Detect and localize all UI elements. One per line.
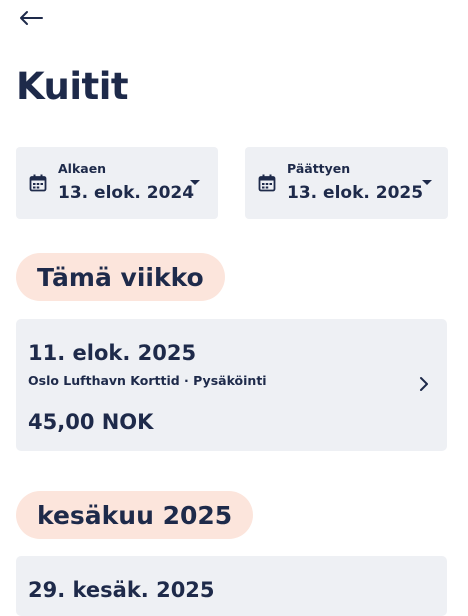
section-heading-this-week: Tämä viikko [16,253,225,301]
receipt-merchant: Oslo Lufthavn Korttid [28,373,180,388]
receipt-date: 29. kesäk. 2025 [28,578,215,602]
start-date-picker[interactable]: Alkaen 13. elok. 2024 [16,147,218,219]
arrow-left-icon [20,11,43,25]
receipt-card[interactable]: 29. kesäk. 2025 [16,556,447,616]
calendar-icon [258,174,276,192]
receipt-amount: 45,00 NOK [28,410,154,434]
end-date-label: Päättyen [287,161,351,176]
receipt-description: Oslo Lufthavn Korttid · Pysäköinti [28,373,267,388]
start-date-label: Alkaen [58,161,107,176]
receipt-card[interactable]: 11. elok. 2025 Oslo Lufthavn Korttid · P… [16,319,447,451]
start-date-value: 13. elok. 2024 [58,183,195,203]
receipt-category: Pysäköinti [193,373,267,388]
end-date-value: 13. elok. 2025 [287,183,424,203]
page-title: Kuitit [16,65,129,108]
receipt-date: 11. elok. 2025 [28,341,197,365]
dropdown-caret-icon [422,180,432,185]
end-date-picker[interactable]: Päättyen 13. elok. 2025 [245,147,448,219]
calendar-icon [29,174,47,192]
chevron-right-icon [420,377,428,391]
dropdown-caret-icon [190,180,200,185]
back-button[interactable] [14,4,48,32]
section-heading-june-2025: kesäkuu 2025 [16,491,254,539]
